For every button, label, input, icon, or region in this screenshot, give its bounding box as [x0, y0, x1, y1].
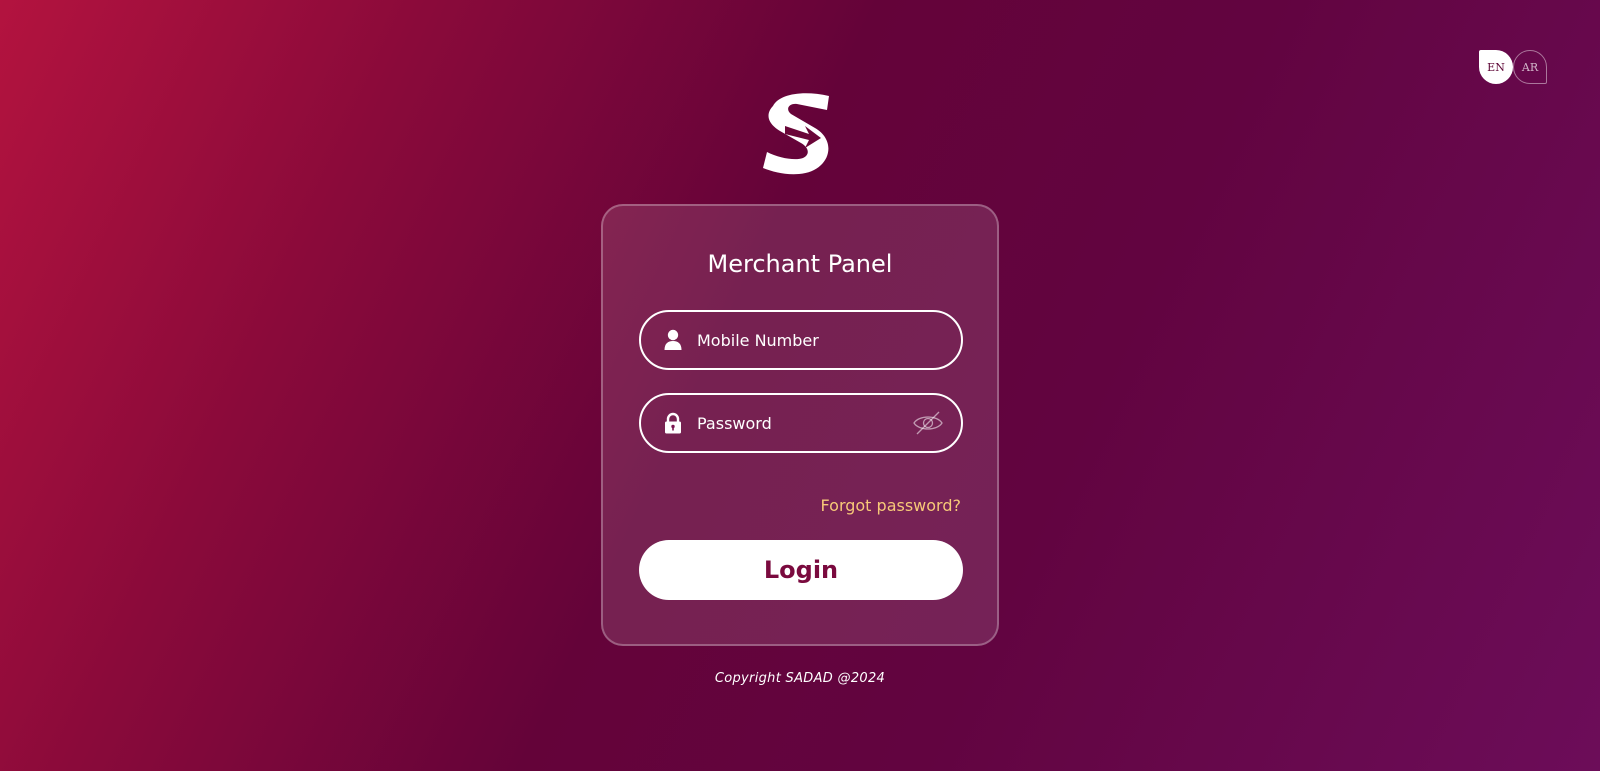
lang-ar-button[interactable]: AR — [1513, 50, 1547, 84]
language-switch: EN AR — [1479, 50, 1549, 86]
mobile-number-field[interactable] — [639, 310, 963, 370]
password-field[interactable] — [639, 393, 963, 453]
eye-off-icon[interactable] — [911, 409, 945, 437]
login-card: Merchant Panel Forgo — [601, 204, 999, 646]
password-input[interactable] — [697, 403, 911, 443]
login-button[interactable]: Login — [639, 540, 963, 600]
lock-icon — [663, 412, 683, 434]
sadad-s-logo-icon — [763, 93, 829, 175]
forgot-password-link[interactable]: Forgot password? — [821, 496, 961, 515]
user-icon — [663, 329, 683, 351]
page-title: Merchant Panel — [707, 250, 893, 278]
copyright-text: Copyright SADAD @2024 — [714, 671, 886, 686]
lang-en-button[interactable]: EN — [1479, 50, 1513, 84]
mobile-number-input[interactable] — [697, 320, 961, 360]
